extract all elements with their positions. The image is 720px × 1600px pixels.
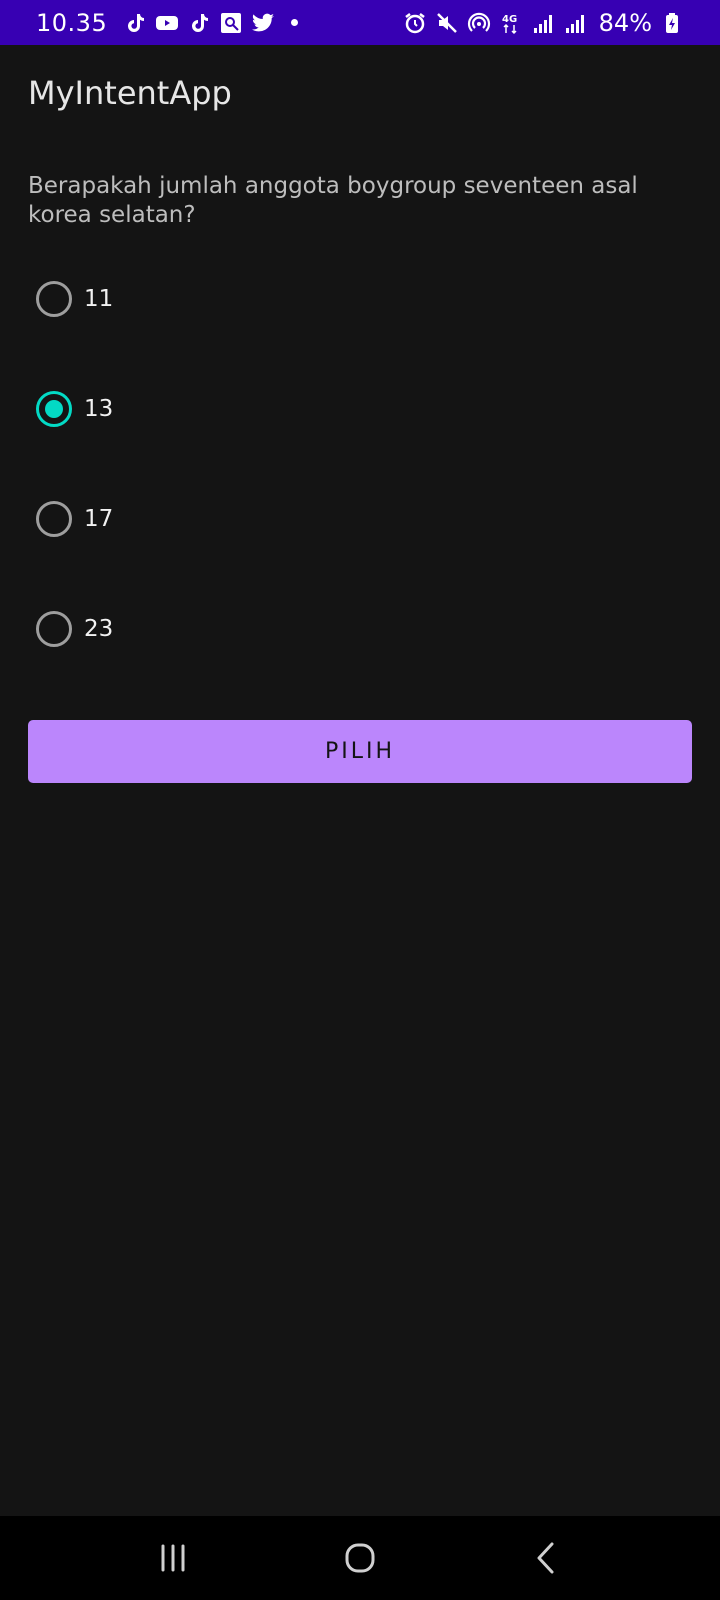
battery-percentage: 84% [598, 8, 652, 37]
radio-button[interactable] [36, 501, 72, 537]
answer-radio-group: 11 13 17 23 [36, 270, 676, 710]
radio-button[interactable] [36, 281, 72, 317]
radio-label: 23 [84, 616, 114, 642]
radio-button-checked[interactable] [36, 391, 72, 427]
twitter-icon [251, 11, 275, 35]
question-text: Berapakah jumlah anggota boygroup sevent… [28, 173, 638, 228]
notification-dot-icon [291, 19, 299, 26]
recents-button[interactable] [143, 1528, 203, 1588]
signal-icon [563, 11, 587, 35]
home-icon [345, 1543, 375, 1573]
back-icon [537, 1542, 554, 1574]
alarm-icon [403, 11, 427, 35]
home-button[interactable] [330, 1528, 390, 1588]
radio-label: 13 [84, 396, 114, 422]
hotspot-icon [467, 11, 491, 35]
tiktok-icon [187, 11, 211, 35]
radio-option-17[interactable]: 17 [36, 490, 676, 548]
tiktok-icon [123, 11, 147, 35]
back-button[interactable] [517, 1528, 577, 1588]
radio-option-23[interactable]: 23 [36, 600, 676, 658]
navigation-bar [0, 1516, 720, 1600]
radio-label: 17 [84, 506, 114, 532]
youtube-icon [155, 11, 179, 35]
mute-icon [435, 11, 459, 35]
4g-icon: 4G [499, 11, 523, 35]
gallery-icon [219, 11, 243, 35]
recents-icon [161, 1544, 185, 1572]
status-time: 10.35 [36, 8, 108, 37]
radio-option-11[interactable]: 11 [36, 270, 676, 328]
radio-label: 11 [84, 286, 114, 312]
status-bar-right: 4G 84% [403, 9, 684, 37]
signal-icon [531, 11, 555, 35]
status-bar-left: 10.35 [36, 8, 299, 37]
app-title: MyIntentApp [28, 74, 232, 112]
battery-icon [660, 11, 684, 35]
radio-option-13[interactable]: 13 [36, 380, 676, 438]
status-bar: 10.35 4G 84% [0, 0, 720, 45]
svg-text:4G: 4G [502, 14, 517, 25]
radio-button[interactable] [36, 611, 72, 647]
screen: 10.35 4G 84% MyIntentApp Berapakah jumla… [0, 0, 720, 1600]
pilih-button[interactable]: PILIH [28, 720, 692, 783]
